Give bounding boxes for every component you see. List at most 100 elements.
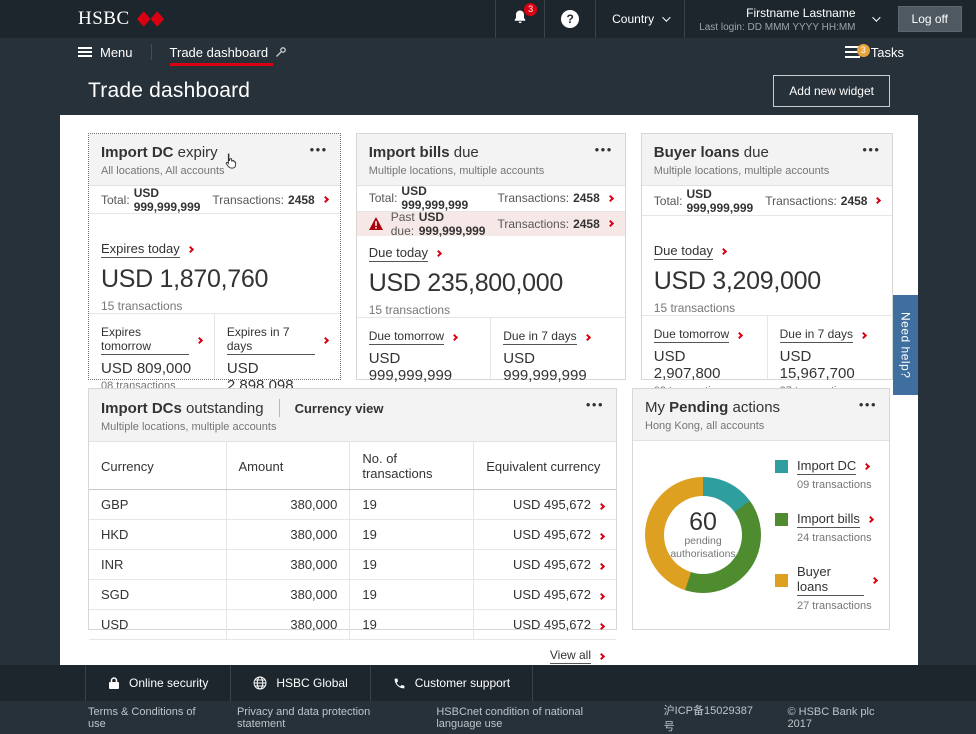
chevron-down-icon xyxy=(662,13,670,21)
footer-strip: Online security HSBC Global Customer sup… xyxy=(0,665,976,701)
expires-in-7-days-link[interactable]: Expires in 7 days xyxy=(227,325,328,355)
pending-label: authorisations xyxy=(670,548,735,561)
cell-amount: USD 999,999,999 xyxy=(369,350,479,384)
widget-title: Buyer loans due xyxy=(654,144,829,161)
legend-item: Buyer loans 27 transactions xyxy=(775,564,877,612)
privacy-link[interactable]: Privacy and data protection statement xyxy=(237,706,402,730)
title-bar: Trade dashboard Add new widget xyxy=(0,66,976,115)
buyer-loans-link[interactable]: Buyer loans xyxy=(797,564,877,596)
chevron-right-icon xyxy=(322,196,329,203)
widget-title: Import DCs outstanding xyxy=(101,400,264,417)
currency-table: Currency Amount No. of transactions Equi… xyxy=(89,442,616,640)
pending-donut: 60 pending authorisations xyxy=(645,477,761,593)
total-row-link[interactable]: Total:USD 999,999,999 Transactions:2458 xyxy=(89,186,340,214)
page-title: Trade dashboard xyxy=(88,79,250,103)
icp-link[interactable]: 沪ICP备15029387号 xyxy=(664,702,754,734)
user-name: Firstname Lastname xyxy=(699,6,855,20)
chevron-right-icon xyxy=(322,337,329,344)
chevron-right-icon xyxy=(607,195,614,202)
due-tomorrow-link[interactable]: Due tomorrow xyxy=(369,329,457,345)
due-today-link[interactable]: Due today xyxy=(369,245,441,262)
chevron-right-icon xyxy=(874,197,881,204)
expires-today-link[interactable]: Expires today xyxy=(101,241,193,258)
language-condition-link[interactable]: HSBCnet condition of national language u… xyxy=(436,706,629,730)
tab-trade-dashboard[interactable]: Trade dashboard xyxy=(170,38,288,66)
legal-bar: Terms & Conditions of use Privacy and da… xyxy=(0,701,976,734)
widget-title: My Pending actions xyxy=(645,399,780,416)
past-due-alert-link[interactable]: Past due:USD 999,999,999 Transactions:24… xyxy=(357,212,625,237)
due-in-7-days-link[interactable]: Due in 7 days xyxy=(503,329,589,345)
notifications-badge: 3 xyxy=(524,3,537,16)
due-in-7-days-link[interactable]: Due in 7 days xyxy=(780,327,866,343)
content-panel: Import DC expiry All locations, All acco… xyxy=(60,115,918,665)
menu-button[interactable]: Menu xyxy=(78,38,133,66)
widget-menu-button[interactable]: ••• xyxy=(859,399,877,411)
widget-subtitle: Hong Kong, all accounts xyxy=(645,420,780,432)
equivalent-link[interactable]: USD 495,672 xyxy=(474,610,616,640)
chevron-right-icon xyxy=(584,333,591,340)
menu-label: Menu xyxy=(100,45,133,60)
legend-swatch xyxy=(775,574,788,587)
legend-transactions: 09 transactions xyxy=(797,479,877,491)
nav-bar: Menu Trade dashboard 3 Tasks xyxy=(0,38,976,66)
column-header-transactions: No. of transactions xyxy=(350,442,474,490)
total-row-link[interactable]: Total:USD 999,999,999 Transactions:2458 xyxy=(357,186,625,212)
equivalent-link[interactable]: USD 495,672 xyxy=(474,580,616,610)
buyer-loans-due-widget: Buyer loans due Multiple locations, mult… xyxy=(641,133,894,380)
legend-item: Import bills 24 transactions xyxy=(775,511,877,544)
terms-link[interactable]: Terms & Conditions of use xyxy=(88,706,203,730)
expires-tomorrow-link[interactable]: Expires tomorrow xyxy=(101,325,202,355)
legend-swatch xyxy=(775,460,788,473)
widget-subtitle: Multiple locations, multiple accounts xyxy=(654,165,829,177)
column-header-currency: Currency xyxy=(89,442,226,490)
warning-icon xyxy=(369,217,383,230)
chevron-right-icon xyxy=(720,248,727,255)
chevron-down-icon xyxy=(872,13,880,21)
country-dropdown[interactable]: Country xyxy=(595,0,684,38)
user-menu[interactable]: Firstname Lastname Last login: DD MMM YY… xyxy=(684,0,891,38)
equivalent-link[interactable]: USD 495,672 xyxy=(474,550,616,580)
widget-menu-button[interactable]: ••• xyxy=(586,399,604,411)
notifications-button[interactable]: 3 xyxy=(495,0,544,38)
widget-subtitle: All locations, All accounts xyxy=(101,165,225,177)
copyright: © HSBC Bank plc 2017 xyxy=(787,706,890,730)
tasks-label: Tasks xyxy=(871,45,904,60)
top-bar: HSBC 3 ? Country Firstname Lastname Last… xyxy=(0,0,976,38)
phone-icon xyxy=(393,677,406,690)
widget-menu-button[interactable]: ••• xyxy=(595,144,613,156)
add-new-widget-button[interactable]: Add new widget xyxy=(773,75,890,107)
column-header-equivalent: Equivalent currency xyxy=(474,442,616,490)
table-row: GBP 380,000 19 USD 495,672 xyxy=(89,490,616,520)
need-help-tab[interactable]: Need help? xyxy=(893,295,918,395)
equivalent-link[interactable]: USD 495,672 xyxy=(474,520,616,550)
main-amount: USD 3,209,000 xyxy=(654,267,881,296)
tasks-button[interactable]: 3 Tasks xyxy=(845,45,904,60)
chevron-right-icon xyxy=(598,563,605,570)
widget-menu-button[interactable]: ••• xyxy=(310,144,328,156)
tasks-icon: 3 xyxy=(845,46,863,59)
chevron-right-icon xyxy=(451,333,458,340)
table-row: HKD 380,000 19 USD 495,672 xyxy=(89,520,616,550)
country-label: Country xyxy=(612,12,654,26)
log-off-button[interactable]: Log off xyxy=(898,6,962,32)
online-security-link[interactable]: Online security xyxy=(85,665,230,701)
total-row-link[interactable]: Total:USD 999,999,999 Transactions:2458 xyxy=(642,186,893,216)
view-all-link[interactable]: View all xyxy=(550,648,604,664)
globe-icon xyxy=(253,676,267,690)
column-header-amount: Amount xyxy=(226,442,350,490)
widget-menu-button[interactable]: ••• xyxy=(862,144,880,156)
due-tomorrow-link[interactable]: Due tomorrow xyxy=(654,327,742,343)
pending-label: pending xyxy=(684,535,721,548)
import-bills-link[interactable]: Import bills xyxy=(797,511,873,528)
hsbc-global-link[interactable]: HSBC Global xyxy=(230,665,369,701)
tasks-badge: 3 xyxy=(857,44,870,57)
main-transactions: 15 transactions xyxy=(369,303,613,317)
due-today-link[interactable]: Due today xyxy=(654,243,726,260)
import-dc-link[interactable]: Import DC xyxy=(797,458,869,475)
help-button[interactable]: ? xyxy=(544,0,595,38)
divider xyxy=(279,399,280,417)
equivalent-link[interactable]: USD 495,672 xyxy=(474,490,616,520)
pin-icon xyxy=(275,46,287,58)
customer-support-link[interactable]: Customer support xyxy=(370,665,533,701)
main-amount: USD 235,800,000 xyxy=(369,269,613,298)
